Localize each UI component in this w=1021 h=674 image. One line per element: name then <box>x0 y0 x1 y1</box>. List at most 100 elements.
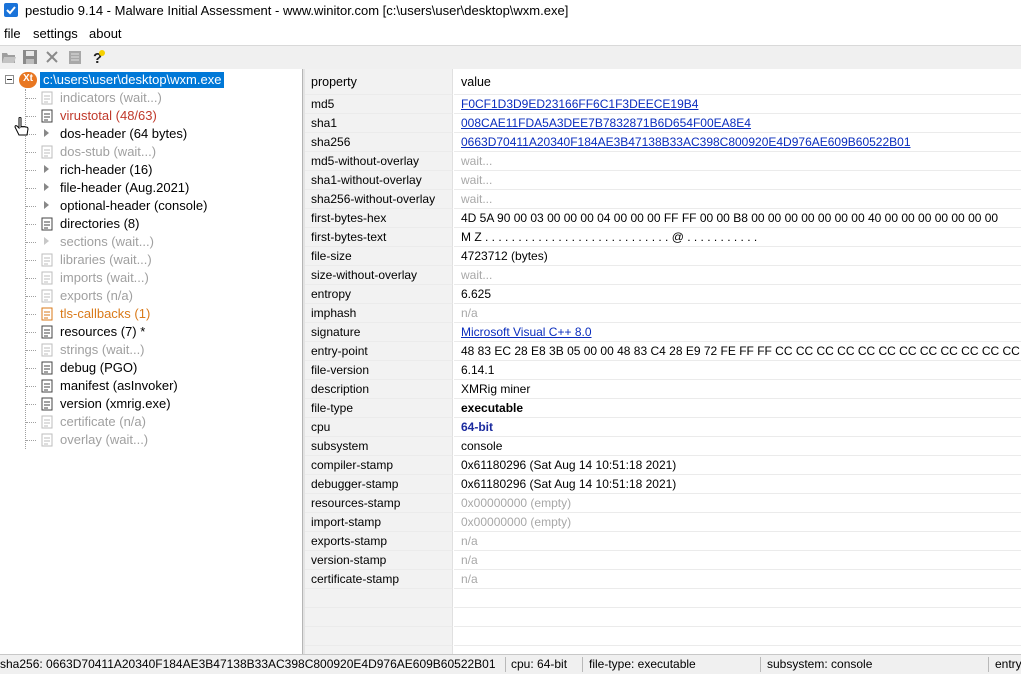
tree-root-label[interactable]: c:\users\user\desktop\wxm.exe <box>40 72 225 88</box>
value-cell[interactable]: 0663D70411A20340F184AE3B47138B33AC398C80… <box>454 133 1021 152</box>
table-row[interactable]: file-type executable <box>305 399 1021 418</box>
tree-item-label[interactable]: virustotal (48/63) <box>60 108 157 123</box>
value-cell: n/a <box>454 570 1021 589</box>
tree-item[interactable]: dos-stub (wait...) <box>0 143 300 161</box>
title-bar: pestudio 9.14 - Malware Initial Assessme… <box>0 0 1021 22</box>
table-row[interactable]: md5 F0CF1D3D9ED23166FF6C1F3DEECE19B4 <box>305 95 1021 114</box>
list-icon[interactable] <box>67 49 83 65</box>
table-row[interactable]: exports-stamp n/a <box>305 532 1021 551</box>
tree-item[interactable]: version (xmrig.exe) <box>0 395 300 413</box>
tree-item[interactable]: rich-header (16) <box>0 161 300 179</box>
column-header-property[interactable]: property <box>305 69 453 95</box>
column-header-value[interactable]: value <box>454 69 1021 95</box>
tls-callbacks-icon <box>39 307 55 321</box>
tree-item-label[interactable]: dos-stub (wait...) <box>60 144 156 159</box>
tree-item-label[interactable]: overlay (wait...) <box>60 432 148 447</box>
table-row[interactable]: entry-point 48 83 EC 28 E8 3B 05 00 00 48… <box>305 342 1021 361</box>
value-cell: 64-bit <box>454 418 1021 437</box>
save-icon[interactable] <box>22 49 38 65</box>
status-separator <box>582 657 583 672</box>
tree-item-label[interactable]: exports (n/a) <box>60 288 133 303</box>
value-cell[interactable]: Microsoft Visual C++ 8.0 <box>454 323 1021 342</box>
tree-item[interactable]: exports (n/a) <box>0 287 300 305</box>
table-row[interactable]: debugger-stamp 0x61180296 (Sat Aug 14 10:… <box>305 475 1021 494</box>
tree-item[interactable]: libraries (wait...) <box>0 251 300 269</box>
table-row[interactable]: resources-stamp 0x00000000 (empty) <box>305 494 1021 513</box>
tree-item-label[interactable]: dos-header (64 bytes) <box>60 126 187 141</box>
table-row[interactable]: file-size 4723712 (bytes) <box>305 247 1021 266</box>
table-row[interactable]: entropy 6.625 <box>305 285 1021 304</box>
value-text: executable <box>461 401 524 415</box>
open-folder-icon[interactable] <box>1 49 17 65</box>
table-row[interactable]: subsystem console <box>305 437 1021 456</box>
tree-item-label[interactable]: certificate (n/a) <box>60 414 146 429</box>
tree-item[interactable]: strings (wait...) <box>0 341 300 359</box>
tree-item[interactable]: debug (PGO) <box>0 359 300 377</box>
value-link[interactable]: F0CF1D3D9ED23166FF6C1F3DEECE19B4 <box>461 97 698 111</box>
tree-item[interactable]: imports (wait...) <box>0 269 300 287</box>
tree-item-label[interactable]: optional-header (console) <box>60 198 207 213</box>
table-row[interactable]: sha1 008CAE11FDA5A3DEE7B7832871B6D654F00E… <box>305 114 1021 133</box>
table-row[interactable]: size-without-overlay wait... <box>305 266 1021 285</box>
tree-root[interactable]: Xt c:\users\user\desktop\wxm.exe <box>5 71 305 89</box>
property-cell: entropy <box>305 285 453 304</box>
table-row[interactable]: compiler-stamp 0x61180296 (Sat Aug 14 10:… <box>305 456 1021 475</box>
table-row[interactable]: cpu 64-bit <box>305 418 1021 437</box>
tree-branch-line <box>26 260 36 261</box>
table-row[interactable]: md5-without-overlay wait... <box>305 152 1021 171</box>
tree-item[interactable]: sections (wait...) <box>0 233 300 251</box>
property-cell: import-stamp <box>305 513 453 532</box>
menu-about[interactable]: about <box>89 26 122 41</box>
tree-item-label[interactable]: imports (wait...) <box>60 270 149 285</box>
tree-item-label[interactable]: strings (wait...) <box>60 342 145 357</box>
table-row[interactable]: import-stamp 0x00000000 (empty) <box>305 513 1021 532</box>
help-icon[interactable]: ? <box>90 49 106 67</box>
tree-item[interactable]: indicators (wait...) <box>0 89 300 107</box>
table-row[interactable]: sha256 0663D70411A20340F184AE3B47138B33AC… <box>305 133 1021 152</box>
value-link[interactable]: 008CAE11FDA5A3DEE7B7832871B6D654F00EA8E4 <box>461 116 751 130</box>
value-cell[interactable]: F0CF1D3D9ED23166FF6C1F3DEECE19B4 <box>454 95 1021 114</box>
tree-item-label[interactable]: debug (PGO) <box>60 360 137 375</box>
tree-item-label[interactable]: indicators (wait...) <box>60 90 162 105</box>
tree-item[interactable]: optional-header (console) <box>0 197 300 215</box>
tree-item-label[interactable]: version (xmrig.exe) <box>60 396 171 411</box>
tree-item-label[interactable]: rich-header (16) <box>60 162 153 177</box>
value-link[interactable]: Microsoft Visual C++ 8.0 <box>461 325 592 339</box>
value-text: 6.14.1 <box>461 363 495 377</box>
tree-item-label[interactable]: libraries (wait...) <box>60 252 152 267</box>
tree-branch-line <box>26 314 36 315</box>
table-row[interactable]: imphash n/a <box>305 304 1021 323</box>
tree-item[interactable]: overlay (wait...) <box>0 431 300 449</box>
tree-item[interactable]: manifest (asInvoker) <box>0 377 300 395</box>
table-row[interactable]: certificate-stamp n/a <box>305 570 1021 589</box>
value-link[interactable]: 0663D70411A20340F184AE3B47138B33AC398C80… <box>461 135 911 149</box>
table-row[interactable]: first-bytes-hex 4D 5A 90 00 03 00 00 00 0… <box>305 209 1021 228</box>
tree-item[interactable]: dos-header (64 bytes) <box>0 125 300 143</box>
tree-item-label[interactable]: resources (7) * <box>60 324 145 339</box>
table-row[interactable]: first-bytes-text M Z . . . . . . . . . . … <box>305 228 1021 247</box>
tree-item-label[interactable]: manifest (asInvoker) <box>60 378 178 393</box>
tree-item-label[interactable]: sections (wait...) <box>60 234 154 249</box>
collapse-toggle[interactable] <box>5 75 14 84</box>
table-row[interactable]: version-stamp n/a <box>305 551 1021 570</box>
tree-item[interactable]: directories (8) <box>0 215 300 233</box>
tree-item[interactable]: virustotal (48/63) <box>0 107 300 125</box>
table-row[interactable]: description XMRig miner <box>305 380 1021 399</box>
tree-item[interactable]: tls-callbacks (1) <box>0 305 300 323</box>
tree-branch-line <box>26 296 36 297</box>
close-icon[interactable] <box>44 49 60 65</box>
tree-item-label[interactable]: tls-callbacks (1) <box>60 306 150 321</box>
table-row[interactable]: file-version 6.14.1 <box>305 361 1021 380</box>
table-row[interactable]: sha256-without-overlay wait... <box>305 190 1021 209</box>
tree-item[interactable]: certificate (n/a) <box>0 413 300 431</box>
tree-item[interactable]: file-header (Aug.2021) <box>0 179 300 197</box>
tree-item-label[interactable]: directories (8) <box>60 216 139 231</box>
menu-file[interactable]: file <box>4 26 21 41</box>
tree-item-label[interactable]: file-header (Aug.2021) <box>60 180 189 195</box>
value-cell[interactable]: 008CAE11FDA5A3DEE7B7832871B6D654F00EA8E4 <box>454 114 1021 133</box>
value-cell: 4D 5A 90 00 03 00 00 00 04 00 00 00 FF F… <box>454 209 1021 228</box>
menu-settings[interactable]: settings <box>33 26 78 41</box>
tree-item[interactable]: resources (7) * <box>0 323 300 341</box>
table-row[interactable]: signature Microsoft Visual C++ 8.0 <box>305 323 1021 342</box>
table-row[interactable]: sha1-without-overlay wait... <box>305 171 1021 190</box>
